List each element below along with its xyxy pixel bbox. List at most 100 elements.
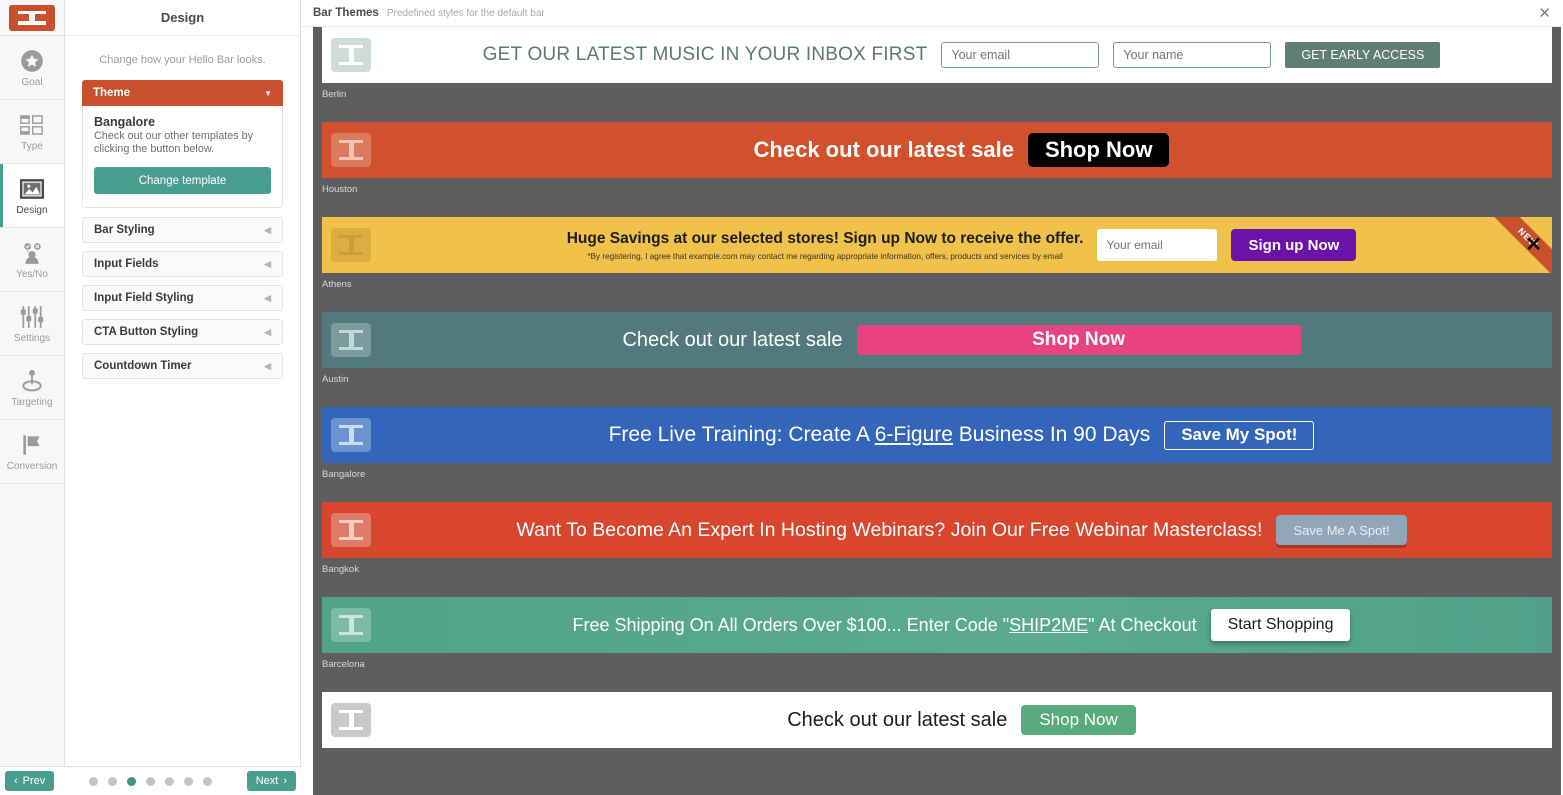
sidebar-item-settings[interactable]: Settings xyxy=(0,292,64,356)
target-pin-icon xyxy=(22,369,42,391)
chevron-left-icon: ◀ xyxy=(264,292,271,303)
bar-logo-icon xyxy=(331,513,371,547)
section-input-fields[interactable]: Input Fields ◀ xyxy=(82,251,283,277)
bar-message: Want To Become An Expert In Hosting Webi… xyxy=(516,518,1263,541)
sidebar-item-label: Conversion xyxy=(6,460,58,472)
step-dot[interactable] xyxy=(108,776,117,786)
bar-content: Check out our latest sale Shop Now xyxy=(371,133,1552,167)
bar-cta-button[interactable]: GET EARLY ACCESS xyxy=(1285,42,1441,68)
theme-preview-bar[interactable]: GET OUR LATEST MUSIC IN YOUR INBOX FIRST… xyxy=(322,27,1552,83)
theme-label xyxy=(313,748,1561,787)
bar-message: Free Live Training: Create A 6-Figure Bu… xyxy=(609,423,1151,447)
theme-preview-bar[interactable]: Check out our latest sale Shop Now xyxy=(322,122,1552,178)
template-description: Check out our other templates by clickin… xyxy=(94,130,254,155)
page-subtitle: Predefined styles for the default bar xyxy=(386,7,545,19)
bar-email-input[interactable] xyxy=(1097,229,1218,261)
bar-message-after: " At Checkout xyxy=(1088,614,1197,635)
theme-label: Houston xyxy=(322,184,358,195)
theme-card-austin[interactable]: Check out our latest sale Shop Now Austi… xyxy=(313,312,1561,407)
section-cta-button-styling[interactable]: CTA Button Styling ◀ xyxy=(82,319,283,345)
theme-preview-bar[interactable]: Free Live Training: Create A 6-Figure Bu… xyxy=(322,407,1552,463)
step-dot[interactable] xyxy=(203,776,212,786)
sidebar-item-goal[interactable]: Goal xyxy=(0,36,64,100)
panel-title: Design xyxy=(65,0,300,36)
sidebar-item-targeting[interactable]: Targeting xyxy=(0,356,64,420)
step-dot[interactable] xyxy=(184,776,193,786)
section-bar-styling[interactable]: Bar Styling ◀ xyxy=(82,217,283,243)
theme-label: Barcelona xyxy=(322,659,365,670)
bar-cta-button[interactable]: Save My Spot! xyxy=(1164,420,1315,450)
sidebar-item-conversion[interactable]: Conversion xyxy=(0,420,64,484)
page-title: Bar Themes xyxy=(313,7,379,19)
theme-card-bangkok[interactable]: Want To Become An Expert In Hosting Webi… xyxy=(313,502,1561,597)
step-dot[interactable] xyxy=(165,776,174,786)
theme-card-berlin[interactable]: GET OUR LATEST MUSIC IN YOUR INBOX FIRST… xyxy=(313,27,1561,122)
bar-cta-button[interactable]: Start Shopping xyxy=(1210,609,1351,641)
bar-themes-pane: Bar Themes Predefined styles for the def… xyxy=(301,0,1563,795)
bar-content: Check out our latest sale Shop Now xyxy=(371,325,1552,355)
change-template-button[interactable]: Change template xyxy=(94,167,271,194)
theme-preview-bar[interactable]: Check out our latest sale Shop Now xyxy=(322,692,1552,748)
theme-card-white[interactable]: Check out our latest sale Shop Now xyxy=(313,692,1561,787)
close-icon[interactable]: ✕ xyxy=(1538,6,1551,21)
bar-cta-button[interactable]: Save Me A Spot! xyxy=(1276,515,1407,545)
bar-cta-button[interactable]: Shop Now xyxy=(1027,133,1170,167)
chevron-left-icon: ◀ xyxy=(264,224,271,235)
sidebar-item-design[interactable]: Design xyxy=(0,164,64,228)
theme-label: Athens xyxy=(322,279,352,290)
theme-preview-bar[interactable]: Free Shipping On All Orders Over $100...… xyxy=(322,597,1552,653)
step-dot[interactable] xyxy=(146,776,155,786)
app-logo-cell[interactable] xyxy=(0,0,64,36)
next-button[interactable]: Next › xyxy=(246,771,296,791)
theme-preview-bar[interactable]: Huge Savings at our selected stores! Sig… xyxy=(322,217,1552,273)
theme-card-athens[interactable]: Huge Savings at our selected stores! Sig… xyxy=(313,217,1561,312)
left-icon-rail: Goal Type Design Yes/No Settings Targeti… xyxy=(0,0,65,795)
section-label: Input Field Styling xyxy=(94,292,194,304)
theme-preview-bar[interactable]: Want To Become An Expert In Hosting Webi… xyxy=(322,502,1552,558)
flag-icon xyxy=(23,434,40,455)
bar-content: Free Live Training: Create A 6-Figure Bu… xyxy=(371,420,1552,450)
step-dot-active[interactable] xyxy=(127,776,136,786)
layout-grid-icon xyxy=(20,114,43,135)
bar-cta-button[interactable]: Shop Now xyxy=(856,325,1301,355)
chevron-down-icon: ▼ xyxy=(264,88,272,98)
sidebar-item-label: Targeting xyxy=(11,396,53,408)
bar-content: Want To Become An Expert In Hosting Webi… xyxy=(371,515,1552,545)
star-badge-icon xyxy=(21,49,43,72)
theme-card-houston[interactable]: Check out our latest sale Shop Now Houst… xyxy=(313,122,1561,217)
theme-label: Austin xyxy=(322,374,349,385)
sidebar-item-label: Design xyxy=(16,204,48,216)
wizard-bottom-nav: ‹ Prev Next › xyxy=(0,766,301,795)
chevron-left-icon: ‹ xyxy=(14,775,18,787)
bar-logo-icon xyxy=(331,418,371,452)
theme-card-barcelona[interactable]: Free Shipping On All Orders Over $100...… xyxy=(313,597,1561,692)
bar-message-before: Free Live Training: Create A xyxy=(608,423,875,446)
accordion-theme-body: Bangalore Check out our other templates … xyxy=(82,106,283,208)
accordion-theme-header[interactable]: Theme ▼ xyxy=(82,80,283,106)
section-input-field-styling[interactable]: Input Field Styling ◀ xyxy=(82,285,283,311)
bar-close-icon[interactable]: ✕ xyxy=(1525,235,1542,255)
bar-message-highlight: SHIP2ME xyxy=(1009,614,1089,635)
bar-message: Free Shipping On All Orders Over $100...… xyxy=(573,615,1197,636)
theme-card-bangalore[interactable]: Free Live Training: Create A 6-Figure Bu… xyxy=(313,407,1561,502)
theme-preview-bar[interactable]: Check out our latest sale Shop Now xyxy=(322,312,1552,368)
bar-logo-icon xyxy=(331,228,371,262)
prev-button[interactable]: ‹ Prev xyxy=(5,771,55,791)
bar-content: Free Shipping On All Orders Over $100...… xyxy=(371,609,1552,641)
panel-body: Theme ▼ Bangalore Check out our other te… xyxy=(65,80,300,387)
bar-name-input[interactable] xyxy=(1113,42,1272,68)
bar-message-wrap: Huge Savings at our selected stores! Sig… xyxy=(567,230,1084,261)
step-dot[interactable] xyxy=(89,776,98,786)
themes-scroll-canvas[interactable]: GET OUR LATEST MUSIC IN YOUR INBOX FIRST… xyxy=(313,27,1561,795)
bar-email-input[interactable] xyxy=(941,42,1100,68)
sidebar-item-type[interactable]: Type xyxy=(0,100,64,164)
chevron-left-icon: ◀ xyxy=(264,258,271,269)
sidebar-item-yes-no[interactable]: Yes/No xyxy=(0,228,64,292)
section-countdown-timer[interactable]: Countdown Timer ◀ xyxy=(82,353,283,379)
chevron-right-icon: › xyxy=(283,775,287,787)
bar-cta-button[interactable]: Sign up Now xyxy=(1231,229,1357,261)
bar-cta-button[interactable]: Shop Now xyxy=(1021,705,1136,735)
bar-fine-print: *By registering, I agree that example.co… xyxy=(587,251,1063,261)
next-label: Next xyxy=(255,775,279,787)
bar-message-highlight: 6-Figure xyxy=(874,423,953,446)
